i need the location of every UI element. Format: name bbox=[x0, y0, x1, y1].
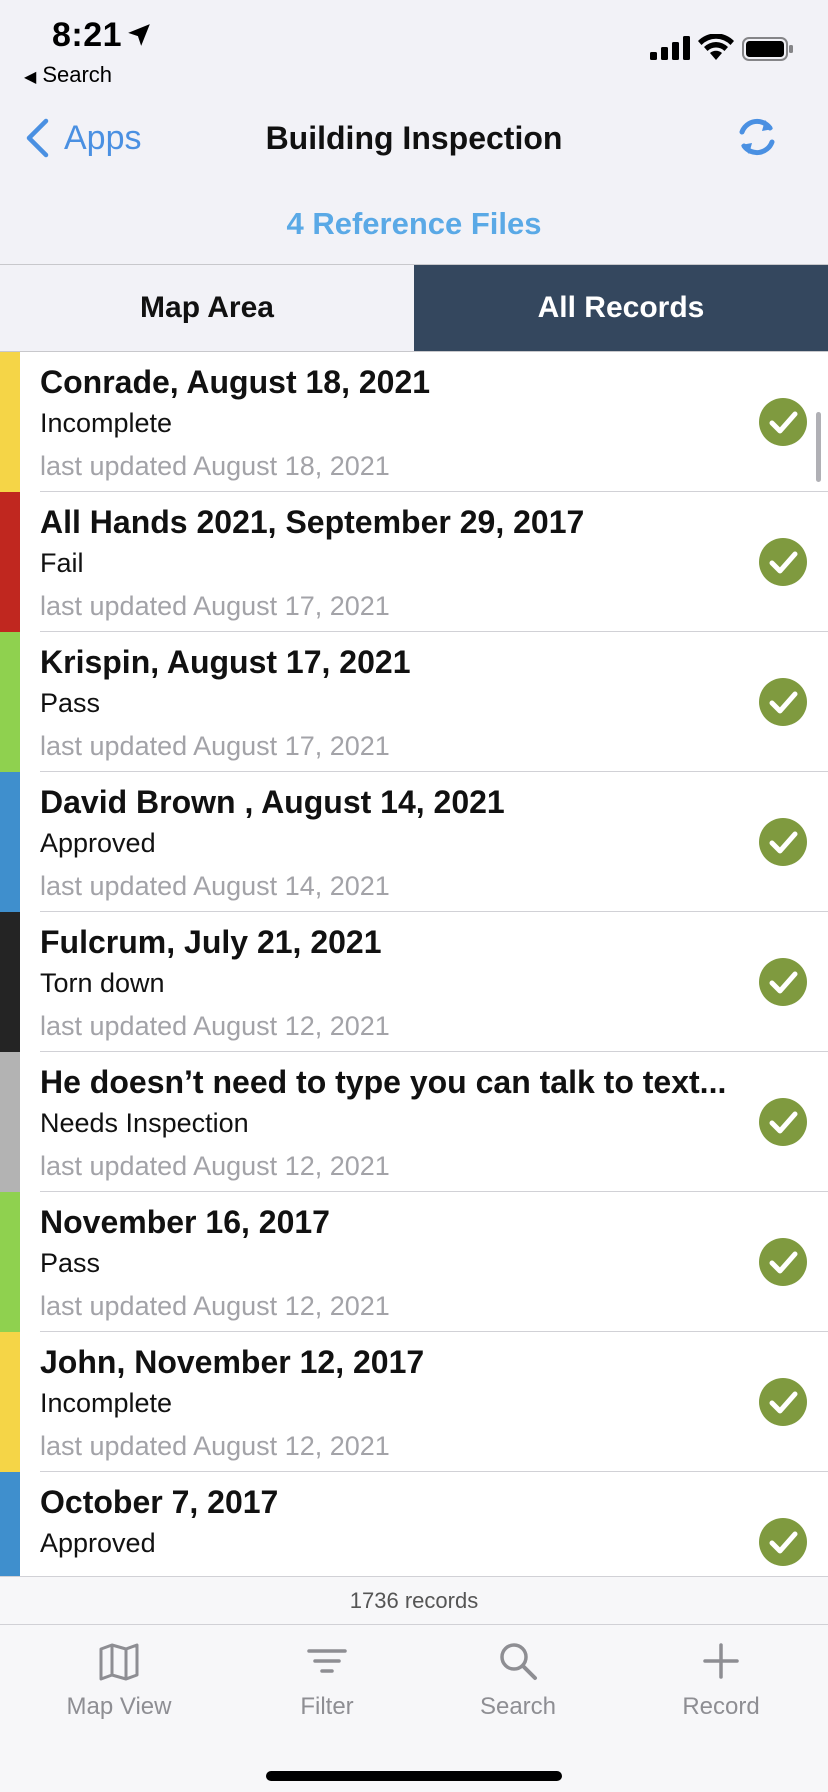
search-icon bbox=[500, 1643, 537, 1680]
tab-filter[interactable]: Filter bbox=[237, 1639, 417, 1721]
tab-all-records[interactable]: All Records bbox=[414, 265, 828, 351]
record-status: Torn down bbox=[40, 968, 165, 998]
tab-record[interactable]: Record bbox=[631, 1639, 811, 1721]
record-status: Needs Inspection bbox=[40, 1108, 249, 1138]
tab-filter-label: Filter bbox=[300, 1693, 354, 1720]
page-title: Building Inspection bbox=[265, 120, 563, 156]
record-last-updated: last updated August 12, 2021 bbox=[40, 1431, 390, 1461]
home-indicator bbox=[266, 1771, 562, 1781]
record-last-updated: last updated August 17, 2021 bbox=[40, 731, 390, 761]
status-time: 8:21 bbox=[52, 16, 123, 54]
plus-icon bbox=[703, 1643, 739, 1679]
tab-search-label: Search bbox=[479, 1693, 557, 1720]
synced-check-icon bbox=[759, 1518, 807, 1566]
navigation-bar: Apps Building Inspection 4 Reference Fil… bbox=[0, 92, 828, 264]
filter-icon bbox=[307, 1649, 347, 1673]
record-status-color-bar bbox=[0, 1052, 20, 1192]
reference-files-link[interactable]: 4 Reference Files bbox=[0, 206, 828, 242]
bottom-tab-bar: Map View Filter Search Record bbox=[0, 1624, 828, 1792]
record-status: Fail bbox=[40, 548, 84, 578]
synced-check-icon bbox=[759, 538, 807, 586]
record-last-updated: last updated August 12, 2021 bbox=[40, 1011, 390, 1041]
record-status: Pass bbox=[40, 688, 101, 718]
synced-check-icon bbox=[759, 1238, 807, 1286]
record-row[interactable]: All Hands 2021, September 29, 2017 Fail la… bbox=[0, 492, 828, 632]
tab-search[interactable]: Search bbox=[428, 1639, 608, 1721]
synced-check-icon bbox=[759, 398, 807, 446]
record-title: November 16, 2017 bbox=[40, 1204, 330, 1240]
map-icon bbox=[99, 1643, 139, 1681]
back-to-app-link[interactable]: ◀ Search bbox=[24, 62, 112, 88]
record-title: Krispin, August 17, 2021 bbox=[40, 644, 411, 680]
record-status-color-bar bbox=[0, 1192, 20, 1332]
record-row[interactable]: David Brown , August 14, 2021 Approved las… bbox=[0, 772, 828, 912]
record-row[interactable]: Krispin, August 17, 2021 Pass last updated… bbox=[0, 632, 828, 772]
record-status-color-bar bbox=[0, 912, 20, 1052]
battery-icon bbox=[742, 37, 793, 61]
record-row[interactable]: He doesn’t need to type you can talk to … bbox=[0, 1052, 828, 1192]
record-status: Approved bbox=[40, 1528, 156, 1558]
record-status: Approved bbox=[40, 828, 156, 858]
synced-check-icon bbox=[759, 1098, 807, 1146]
record-title: All Hands 2021, September 29, 2017 bbox=[40, 504, 585, 540]
record-title: Conrade, August 18, 2021 bbox=[40, 364, 431, 400]
record-last-updated: last updated August 17, 2021 bbox=[40, 591, 390, 621]
record-status-color-bar bbox=[0, 1472, 20, 1576]
record-status-color-bar bbox=[0, 772, 20, 912]
synced-check-icon bbox=[759, 1378, 807, 1426]
record-row[interactable]: Conrade, August 18, 2021 Incomplete last u… bbox=[0, 352, 828, 492]
record-last-updated: last updated August 18, 2021 bbox=[40, 451, 390, 481]
tab-map-view[interactable]: Map View bbox=[29, 1639, 209, 1721]
record-last-updated: last updated August 12, 2021 bbox=[40, 1151, 390, 1181]
view-segmented-control: Map Area All Records bbox=[0, 264, 828, 352]
record-title: John, November 12, 2017 bbox=[40, 1344, 425, 1380]
cellular-signal-icon bbox=[650, 36, 690, 60]
record-status-color-bar bbox=[0, 1332, 20, 1472]
record-title: David Brown , August 14, 2021 bbox=[40, 784, 505, 820]
record-status: Incomplete bbox=[40, 408, 173, 438]
synced-check-icon bbox=[759, 818, 807, 866]
record-status-color-bar bbox=[0, 352, 20, 492]
record-last-updated: last updated August 12, 2021 bbox=[40, 1291, 390, 1321]
record-last-updated: last updated August 14, 2021 bbox=[40, 871, 390, 901]
synced-check-icon bbox=[759, 958, 807, 1006]
record-title: Fulcrum, July 21, 2021 bbox=[40, 924, 382, 960]
record-row[interactable]: Fulcrum, July 21, 2021 Torn down last upda… bbox=[0, 912, 828, 1052]
record-count: 1736 records bbox=[0, 1576, 828, 1624]
tab-record-label: Record bbox=[682, 1693, 760, 1720]
records-container: Conrade, August 18, 2021 Incomplete last u… bbox=[0, 352, 828, 1576]
record-row[interactable]: John, November 12, 2017 Incomplete last up… bbox=[0, 1332, 828, 1472]
status-bar: 8:21 ◀ Search bbox=[0, 0, 828, 92]
wifi-icon bbox=[698, 34, 734, 60]
record-status: Pass bbox=[40, 1248, 101, 1278]
scrollbar-thumb[interactable] bbox=[816, 412, 821, 482]
record-title: October 7, 2017 bbox=[40, 1484, 279, 1520]
back-app-label: Search bbox=[42, 62, 113, 87]
synced-check-icon bbox=[759, 678, 807, 726]
record-row[interactable]: November 16, 2017 Pass last updated August… bbox=[0, 1192, 828, 1332]
tab-map-view-label: Map View bbox=[66, 1693, 172, 1720]
tab-map-area[interactable]: Map Area bbox=[0, 265, 414, 351]
record-status-color-bar bbox=[0, 632, 20, 772]
record-title: He doesn’t need to type you can talk to … bbox=[40, 1064, 727, 1100]
record-status-color-bar bbox=[0, 492, 20, 632]
location-arrow-icon bbox=[128, 24, 150, 46]
record-row[interactable]: October 7, 2017 Approved bbox=[0, 1472, 828, 1576]
refresh-icon[interactable] bbox=[732, 112, 782, 162]
record-status: Incomplete bbox=[40, 1388, 173, 1418]
records-list[interactable]: Conrade, August 18, 2021 Incomplete last u… bbox=[0, 352, 828, 1576]
back-triangle-icon: ◀ bbox=[24, 69, 37, 86]
